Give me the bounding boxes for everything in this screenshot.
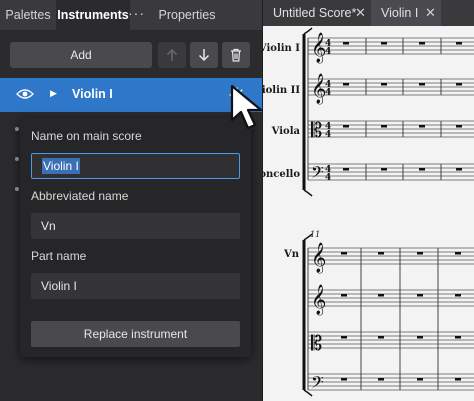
staff-name-abbrev: Vn xyxy=(283,249,300,260)
arrow-up-icon xyxy=(166,48,178,61)
delete-instrument-button[interactable] xyxy=(222,42,250,68)
expand-arrow-icon[interactable]: ▶ xyxy=(50,88,57,99)
tab-title: Untitled Score* xyxy=(273,6,357,20)
part-name-label: Part name xyxy=(31,249,87,263)
row-indicator-dot xyxy=(15,157,19,161)
trash-icon xyxy=(231,48,241,62)
panel-tab-bar: Palettes Instruments ··· Properties xyxy=(0,0,262,30)
tab-palettes[interactable]: Palettes xyxy=(0,0,56,30)
part-name-field[interactable]: Violin I xyxy=(31,273,240,299)
main-score-name-field[interactable]: Violin I xyxy=(31,153,240,179)
alto-clef-icon: 𝄡 xyxy=(311,331,322,355)
move-down-button[interactable] xyxy=(190,42,218,68)
staff-lines xyxy=(308,247,474,391)
svg-text:4: 4 xyxy=(325,47,331,57)
bass-clef-icon: 𝄢 xyxy=(311,162,324,186)
tab-title: Violin I xyxy=(381,6,419,20)
whole-rests xyxy=(341,252,461,381)
bass-clef-icon: 𝄢 xyxy=(311,372,324,396)
svg-text:4: 4 xyxy=(325,173,331,183)
move-up-button[interactable] xyxy=(158,42,186,68)
abbreviated-name-field[interactable]: Vn xyxy=(31,213,240,239)
instrument-row-violin-i[interactable]: ▶ Violin I xyxy=(0,78,262,112)
row-indicator-dot xyxy=(15,127,19,131)
arrow-down-icon xyxy=(198,49,210,62)
alto-clef-icon: 𝄡 xyxy=(311,118,322,142)
instrument-name: Violin I xyxy=(72,87,113,101)
score-canvas[interactable]: Violin I Violin II Viola Violoncello xyxy=(263,26,474,401)
mouse-pointer-icon xyxy=(228,82,276,137)
eye-visibility-icon[interactable] xyxy=(16,87,34,104)
close-tab-icon[interactable]: ✕ xyxy=(355,0,366,26)
treble-clef-icon: 𝄞 xyxy=(311,242,326,274)
main-score-name-value: Violin I xyxy=(42,158,80,174)
staff-name-violin-i: Violin I xyxy=(263,43,300,54)
tab-violin-i-part[interactable]: Violin I ✕ xyxy=(371,0,441,26)
tab-more-menu[interactable]: ··· xyxy=(128,0,145,30)
system-2: 11 Vn 𝄞 𝄞 𝄡 𝄢 xyxy=(283,230,474,397)
close-tab-icon[interactable]: ✕ xyxy=(425,0,436,26)
add-instrument-button[interactable]: Add xyxy=(10,42,152,68)
instrument-settings-popup: Name on main score Violin I Abbreviated … xyxy=(20,118,251,357)
tab-untitled-score[interactable]: Untitled Score* ✕ xyxy=(263,0,371,26)
document-tab-bar: Untitled Score* ✕ Violin I ✕ xyxy=(263,0,474,26)
svg-text:4: 4 xyxy=(325,130,331,140)
svg-text:4: 4 xyxy=(325,88,331,98)
abbreviated-name-label: Abbreviated name xyxy=(31,189,129,203)
score-notation: Violin I Violin II Viola Violoncello xyxy=(263,27,474,397)
row-indicator-dot xyxy=(15,187,19,191)
replace-instrument-button[interactable]: Replace instrument xyxy=(31,321,240,347)
barlines xyxy=(307,248,439,390)
main-score-name-label: Name on main score xyxy=(31,129,142,143)
tab-instruments[interactable]: Instruments xyxy=(56,0,130,30)
system-1: Violin I Violin II Viola Violoncello xyxy=(263,27,474,197)
tab-properties[interactable]: Properties xyxy=(152,0,222,30)
whole-rests xyxy=(343,42,462,171)
barlines xyxy=(307,38,442,180)
treble-clef-icon: 𝄞 xyxy=(311,284,326,316)
staff-name-violoncello: Violoncello xyxy=(263,169,300,180)
staff-lines xyxy=(308,37,474,181)
